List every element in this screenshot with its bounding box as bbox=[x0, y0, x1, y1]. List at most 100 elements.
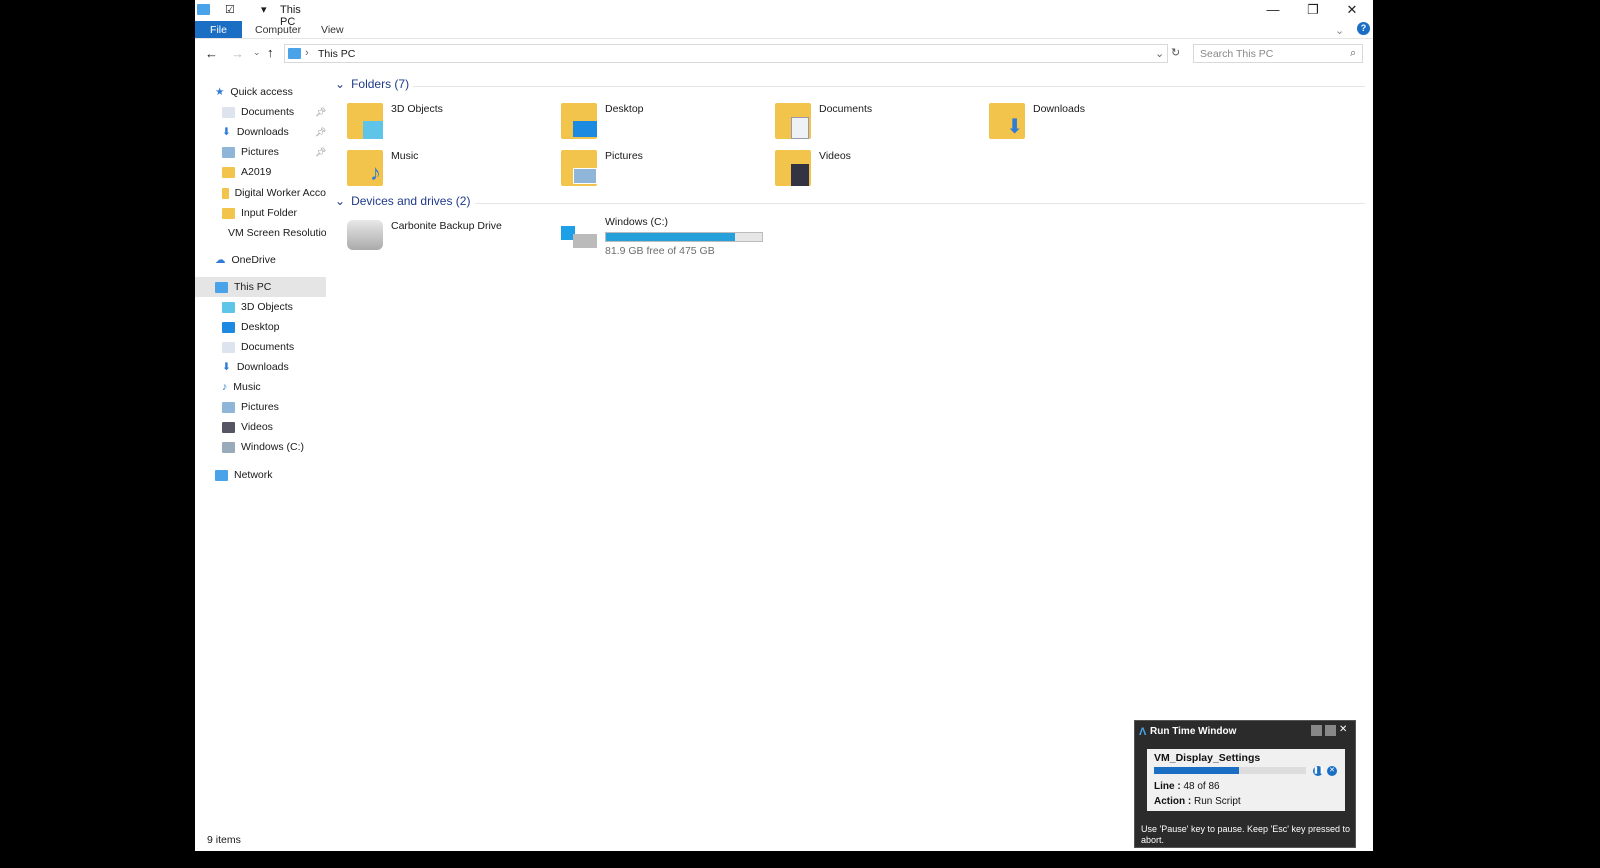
drive-windows-c[interactable]: Windows (C:) 81.9 GB free of 475 GB bbox=[561, 216, 763, 257]
label: Pictures bbox=[241, 401, 279, 413]
sidebar-item-windows-c[interactable]: Windows (C:) bbox=[222, 438, 304, 456]
pictures-icon bbox=[222, 401, 235, 413]
properties-icon[interactable]: ☑ bbox=[225, 3, 235, 16]
label: Network bbox=[234, 469, 273, 481]
tab-view[interactable]: View bbox=[309, 21, 356, 38]
tab-file[interactable]: File bbox=[195, 21, 242, 38]
customize-toolbar-icon[interactable]: ▾ bbox=[261, 3, 267, 16]
drive-free-space: 81.9 GB free of 475 GB bbox=[605, 245, 715, 257]
label: Desktop bbox=[605, 103, 644, 115]
close-button[interactable]: ✕ bbox=[1337, 2, 1367, 18]
recent-locations-button[interactable]: ⌄ bbox=[253, 47, 261, 58]
sidebar-item-a2019[interactable]: A2019 bbox=[222, 163, 271, 181]
search-placeholder: Search This PC bbox=[1200, 48, 1274, 60]
sidebar-item-desktop[interactable]: Desktop bbox=[222, 318, 280, 336]
sidebar-item-downloads[interactable]: ⬇ Downloads bbox=[222, 123, 289, 141]
drives-section-header[interactable]: ⌄ Devices and drives (2) bbox=[335, 194, 470, 208]
folder-videos[interactable]: Videos bbox=[775, 150, 851, 186]
label: Carbonite Backup Drive bbox=[391, 220, 502, 232]
windows-drive-icon bbox=[561, 216, 597, 252]
pause-icon[interactable]: ❚❚ bbox=[1313, 766, 1325, 776]
abort-icon[interactable]: ✕ bbox=[1327, 766, 1337, 776]
music-folder-icon: ♪ bbox=[347, 150, 383, 186]
up-button[interactable]: ↑ bbox=[267, 45, 274, 60]
drive-usage-fill bbox=[606, 233, 736, 241]
restore-button[interactable]: ❐ bbox=[1298, 2, 1328, 18]
sidebar-item-pictures-pc[interactable]: Pictures bbox=[222, 398, 279, 416]
label: 3D Objects bbox=[391, 103, 443, 115]
label: Videos bbox=[819, 150, 851, 162]
breadcrumb-separator: › bbox=[305, 47, 309, 59]
sidebar-item-3d-objects[interactable]: 3D Objects bbox=[222, 298, 293, 316]
label: VM Screen Resolutio bbox=[228, 227, 326, 239]
address-dropdown-icon[interactable]: ⌄ bbox=[1155, 47, 1164, 60]
forward-button[interactable]: → bbox=[231, 46, 244, 61]
label: Folders (7) bbox=[351, 77, 410, 91]
folder-icon bbox=[222, 187, 229, 199]
label: 3D Objects bbox=[241, 301, 293, 313]
runtime-close-button[interactable]: ✕ bbox=[1339, 724, 1347, 735]
label: Documents bbox=[819, 103, 873, 115]
label: This PC bbox=[234, 281, 272, 293]
expand-ribbon-icon[interactable]: ⌄ bbox=[1335, 24, 1344, 37]
folder-documents[interactable]: Documents bbox=[775, 103, 872, 139]
label: Digital Worker Acco bbox=[234, 187, 326, 199]
status-item-count: 9 items bbox=[207, 834, 241, 846]
runtime-hint: Use 'Pause' key to pause. Keep 'Esc' key… bbox=[1141, 824, 1350, 845]
download-icon: ⬇ bbox=[222, 361, 231, 373]
sidebar-item-vm-screen[interactable]: VM Screen Resolutio bbox=[222, 224, 326, 242]
folder-pictures[interactable]: Pictures bbox=[561, 150, 643, 186]
sidebar-item-downloads-pc[interactable]: ⬇ Downloads bbox=[222, 358, 289, 376]
sidebar-item-documents-pc[interactable]: Documents bbox=[222, 338, 294, 356]
drive-carbonite-backup[interactable]: Carbonite Backup Drive bbox=[347, 220, 502, 250]
label: Documents bbox=[241, 106, 295, 118]
back-button[interactable]: ← bbox=[205, 46, 218, 61]
action-value: Run Script bbox=[1194, 796, 1241, 807]
folder-icon bbox=[222, 166, 235, 178]
pin-icon[interactable]: 📌︎ bbox=[315, 127, 326, 138]
label: Downloads bbox=[236, 126, 289, 138]
automation-logo-icon: Λ bbox=[1139, 726, 1147, 738]
download-icon: ⬇ bbox=[222, 126, 231, 138]
sidebar-item-pictures[interactable]: Pictures bbox=[222, 143, 279, 161]
drive-label: Windows (C:) bbox=[605, 216, 669, 228]
sidebar-item-videos[interactable]: Videos bbox=[222, 418, 273, 436]
folder-downloads[interactable]: ⬇ Downloads bbox=[989, 103, 1085, 139]
sidebar-network[interactable]: Network bbox=[215, 466, 273, 484]
folder-music[interactable]: ♪ Music bbox=[347, 150, 418, 186]
folders-section-header[interactable]: ⌄ Folders (7) bbox=[335, 77, 409, 91]
label: Input Folder bbox=[241, 207, 298, 219]
pc-icon bbox=[197, 4, 210, 15]
pictures-icon bbox=[222, 146, 235, 158]
label: Windows (C:) bbox=[241, 441, 305, 453]
sidebar-item-music[interactable]: ♪ Music bbox=[222, 378, 261, 396]
runtime-title: Run Time Window bbox=[1150, 726, 1237, 737]
sidebar-item-documents[interactable]: Documents bbox=[222, 103, 294, 121]
breadcrumb-this-pc[interactable]: This PC bbox=[318, 48, 355, 60]
sidebar-item-input-folder[interactable]: Input Folder bbox=[222, 204, 297, 222]
sidebar-item-digital-worker[interactable]: Digital Worker Acco bbox=[222, 184, 326, 202]
pin-icon[interactable]: 📌︎ bbox=[315, 147, 326, 158]
folder-desktop[interactable]: Desktop bbox=[561, 103, 644, 139]
search-input[interactable]: Search This PC ⌕ bbox=[1193, 44, 1363, 63]
refresh-button[interactable]: ↻ bbox=[1171, 46, 1180, 59]
sidebar-quick-access[interactable]: ★ Quick access bbox=[215, 83, 293, 101]
video-icon bbox=[222, 421, 235, 433]
sidebar-this-pc[interactable]: This PC bbox=[215, 278, 271, 296]
runtime-restore-button[interactable] bbox=[1325, 725, 1336, 736]
tab-computer[interactable]: Computer bbox=[243, 21, 313, 38]
address-bar[interactable]: › This PC ⌄ bbox=[284, 44, 1168, 63]
line-label: Line : bbox=[1154, 781, 1181, 792]
label: Pictures bbox=[605, 150, 643, 162]
sidebar-onedrive[interactable]: ☁ OneDrive bbox=[215, 251, 276, 269]
documents-folder-icon bbox=[775, 103, 811, 139]
documents-icon bbox=[222, 341, 235, 353]
runtime-minimize-button[interactable] bbox=[1311, 725, 1322, 736]
runtime-panel: VM_Display_Settings ❚❚ ✕ Line : 48 of 86… bbox=[1147, 749, 1345, 811]
pin-icon[interactable]: 📌︎ bbox=[315, 107, 326, 118]
minimize-button[interactable]: — bbox=[1258, 2, 1288, 17]
help-icon[interactable]: ? bbox=[1357, 22, 1370, 35]
folder-3d-objects[interactable]: 3D Objects bbox=[347, 103, 443, 139]
cube-folder-icon bbox=[347, 103, 383, 139]
pictures-folder-icon bbox=[561, 150, 597, 186]
